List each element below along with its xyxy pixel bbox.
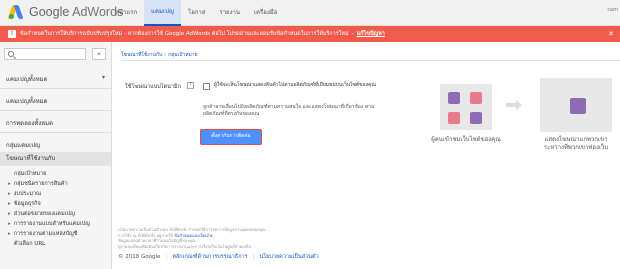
alert-banner: ! ข้อกำหนดในการให้บริการฉบับปรับปรุงใหม่ … [0,26,620,42]
sidebar-item-all-campaigns-2[interactable]: แคมเปญทั้งหมด [0,96,111,106]
caption-visit: ผู้คนเข้าชมเว็บไซต์ของคุณ [431,136,501,143]
top-bar: Google AdWords หน้าแรก แคมเปญ โอกาส รายง… [0,0,620,26]
banner-text: ข้อกำหนดในการให้บริการฉบับปรับปรุงใหม่ -… [20,31,349,37]
arrow-right-icon [506,100,522,110]
website-visit-illustration [440,84,492,130]
search-icon [8,51,14,57]
caption-show-ads: แสดงโฆษณาแก่พวกเขา ระหว่างที่พวกเขาท่องเ… [543,136,609,151]
fine-print-line: การใช้งาน AdWords อยู่ภายใต้ [118,232,174,238]
breadcrumb-item[interactable]: โฆษณาที่ใช้งานกับ [121,52,162,58]
main-nav: หน้าแรก แคมเปญ โอกาส รายงาน เครื่องมือ [108,0,284,26]
sidebar-subitem[interactable]: ตัวเลือก URL [14,240,45,248]
sidebar-item-all-campaigns[interactable]: แคมเปญทั้งหมด [0,74,111,84]
adwords-logo-icon [7,5,24,19]
terms-link[interactable]: ข้อกำหนดและเงื่อนไข [174,233,212,238]
sidebar-subitem[interactable]: การรายงานแบบสำหรับแคมเปญ [8,220,90,228]
sidebar-subitem[interactable]: ส่วนต่อขยายของแคมเปญ [8,210,75,218]
editorial-guidelines-link[interactable]: หลักเกณฑ์ด้านการบรรณาธิการ [172,254,247,260]
nav-tools[interactable]: เครื่องมือ [247,0,284,26]
adwords-logo[interactable]: Google AdWords [7,5,123,19]
sidebar-subitem[interactable]: การรายงานตามแหล่งบัญชี [8,230,78,238]
dynamic-ads-note: ลูกค้าอาจเลื่อนไปยังผลิตภัณฑ์ตามความสนใจ… [203,104,375,117]
nav-opportunities[interactable]: โอกาส [181,0,213,26]
copyright: © 2018 Google [118,254,161,260]
customer-label[interactable]: cam [607,7,618,13]
dynamic-ads-label: ใช้โฆษณาแบบไดนามิก [125,84,181,90]
sidebar-item-active-ads[interactable]: โฆษณาที่ใช้งานกับ [0,152,111,166]
sidebar-item-all-experiments[interactable]: การทดลองทั้งหมด [0,118,111,128]
breadcrumb-item[interactable]: กลุ่มเป้าหมาย [168,52,197,58]
search-input[interactable] [4,48,86,60]
collapse-sidebar-button[interactable]: « [92,48,106,60]
sidebar-subitem[interactable]: กลุ่มชนิดรายการสินค้า [8,180,68,188]
privacy-policy-link[interactable]: นโยบายความเป็นส่วนตัว [259,254,318,260]
remarketing-illustration: ผู้คนเข้าชมเว็บไซต์ของคุณ แสดงโฆษณาแก่พว… [416,70,616,180]
sidebar-item-campaign-group[interactable]: กลุ่มแคมเปญ [0,140,111,150]
alert-icon: ! [8,29,16,38]
setup-button[interactable]: ตั้งค่ากับการติดต่อ [200,129,262,145]
fine-print-line: ดูรายละเอียดเพิ่มเติมเกี่ยวกับการรายงานแ… [118,243,251,249]
help-icon[interactable]: ? [187,82,194,89]
nav-home[interactable]: หน้าแรก [108,0,144,26]
checkbox-description: ผู้ใช้จะเห็นโฆษณาแสดงสินค้าไปตามผลิตภัณฑ… [214,82,377,88]
sidebar-subitem[interactable]: ข้อมูลธุรกิจ [8,200,41,208]
ad-display-illustration [540,78,612,132]
dynamic-ads-checkbox[interactable] [203,83,210,90]
sidebar: « แคมเปญทั้งหมด แคมเปญทั้งหมด การทดลองทั… [0,42,112,269]
close-icon[interactable]: ✕ [608,26,614,42]
banner-link[interactable]: แก้ไขปัญหา [357,31,385,37]
sidebar-subitem[interactable]: กลุ่มเป้าหมาย [14,170,46,178]
nav-reports[interactable]: รายงาน [212,0,247,26]
footer: © 2018 Google | หลักเกณฑ์ด้านการบรรณาธิการ… [118,254,319,260]
breadcrumb: โฆษณาที่ใช้งานกับ › กลุ่มเป้าหมาย [121,52,198,58]
sidebar-subitem[interactable]: งบประมาณ [8,190,41,198]
logo-brand: Google [29,5,70,19]
fine-print: นโยบายความเป็นส่วนตัวของ AdWords กำหนดวิ… [118,227,618,249]
nav-campaigns[interactable]: แคมเปญ [144,0,181,26]
